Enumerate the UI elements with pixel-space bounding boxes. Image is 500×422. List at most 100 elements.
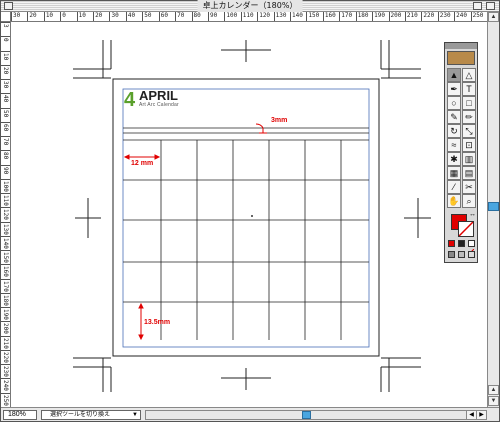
swap-colors-icon[interactable]: ↔ xyxy=(469,211,476,218)
ruler-tick-label: 20 xyxy=(2,66,9,74)
ruler-tick xyxy=(43,12,45,21)
calendar-day-number: 4 xyxy=(124,89,136,111)
calendar-month-title: APRIL xyxy=(139,88,178,103)
scroll-up-arrow-bottom[interactable]: ▲ xyxy=(488,385,499,395)
ruler-tick-label: 210 xyxy=(406,12,418,19)
gap-dimension-label: 3mm xyxy=(271,117,288,124)
color-mode-icon[interactable] xyxy=(448,240,455,247)
horizontal-ruler[interactable]: 30 20 10 0 10 20 30 40 50 60 70 80 90 100 110 120 130 140… xyxy=(11,12,487,22)
calendar-grid xyxy=(123,140,369,340)
ruler-tick-label: 240 xyxy=(456,12,468,19)
scissors-tool-icon[interactable]: ✂ xyxy=(462,180,476,194)
ruler-tick-label: 100 xyxy=(226,12,238,19)
pen-tool-icon[interactable]: ✒ xyxy=(447,82,461,96)
ruler-tick-label: 70 xyxy=(177,12,185,19)
ruler-tick-label: 190 xyxy=(374,12,385,19)
rotate-tool-icon[interactable]: ↻ xyxy=(447,124,461,138)
rectangle-tool-icon[interactable]: □ xyxy=(462,96,476,110)
gradient-mode-icon[interactable] xyxy=(458,240,465,247)
ruler-tick-label: 50 xyxy=(2,109,9,117)
ruler-tick xyxy=(125,12,127,21)
direct-selection-tool-icon[interactable]: △ xyxy=(462,68,476,82)
ruler-tick xyxy=(1,207,10,209)
graph-tool-icon[interactable]: ▥ xyxy=(462,152,476,166)
tool-palette[interactable]: ▲ △ ✒ T ○ □ ✎ ✏ ↻ ⤡ ≈ ⊡ ✱ ▥ ▦ ▤ ⁄ ✂ ✋ ⌕ ↔ xyxy=(444,42,478,263)
ruler-tick xyxy=(1,278,10,280)
zoom-tool-icon[interactable]: ⌕ xyxy=(462,194,476,208)
ruler-tick-label: 80 xyxy=(2,152,9,160)
ruler-tick xyxy=(1,235,10,237)
gradient-tool-icon[interactable]: ▤ xyxy=(462,166,476,180)
none-mode-icon[interactable] xyxy=(468,240,475,255)
free-transform-tool-icon[interactable]: ⊡ xyxy=(462,138,476,152)
ruler-tick-label: 210 xyxy=(2,337,9,349)
ruler-tick-label: 160 xyxy=(324,12,336,19)
horizontal-scrollbar[interactable]: ◀ ▶ xyxy=(145,410,487,420)
title-bar[interactable]: 卓上カレンダー（180%） xyxy=(1,0,499,12)
stroke-color-swatch[interactable] xyxy=(458,221,474,237)
mesh-tool-icon[interactable]: ▦ xyxy=(447,166,461,180)
vertical-scrollbar[interactable]: ▲ ▲ ▼ xyxy=(487,12,499,407)
eyedropper-tool-icon[interactable]: ⁄ xyxy=(447,180,461,194)
ruler-tick xyxy=(1,150,10,152)
ruler-tick-label: 220 xyxy=(2,351,9,363)
ruler-tick-label: 140 xyxy=(2,237,9,249)
ruler-tick-label: 200 xyxy=(390,12,402,19)
symbol-sprayer-tool-icon[interactable]: ✱ xyxy=(447,152,461,166)
vertical-scroll-thumb[interactable] xyxy=(488,202,499,211)
screen-mode-full-menu-icon[interactable] xyxy=(458,251,465,258)
ruler-tick-label: 30 xyxy=(13,12,21,19)
ruler-tick-label: 20 xyxy=(95,12,103,19)
ruler-tick xyxy=(175,12,177,21)
ruler-tick xyxy=(404,12,406,21)
scale-tool-icon[interactable]: ⤡ xyxy=(462,124,476,138)
ruler-tick xyxy=(60,12,62,21)
selection-tool-icon[interactable]: ▲ xyxy=(447,68,461,82)
ruler-tick-label: 130 xyxy=(2,223,9,235)
vertical-ruler[interactable]: 3 0 10 20 30 40 50 60 70 80 90 100 110 120 130 140 150 16… xyxy=(1,22,11,407)
ruler-tick xyxy=(1,378,10,380)
ruler-origin[interactable] xyxy=(1,12,11,22)
column-width-label: 12 mm xyxy=(131,160,154,167)
scroll-right-arrow[interactable]: ▶ xyxy=(476,411,486,419)
close-box-button[interactable] xyxy=(4,2,13,10)
scroll-down-arrow[interactable]: ▼ xyxy=(488,396,499,406)
ruler-tick xyxy=(470,12,472,21)
ruler-tick-label: 140 xyxy=(292,12,303,19)
ruler-tick xyxy=(355,12,357,21)
ruler-tick-label: 60 xyxy=(2,123,9,132)
ruler-tick xyxy=(109,12,111,21)
pencil-tool-icon[interactable]: ✏ xyxy=(462,110,476,124)
status-dropdown[interactable]: 選択ツールを切り換え ▼ xyxy=(41,410,141,420)
ruler-tick xyxy=(1,392,10,394)
app-logo[interactable] xyxy=(447,51,475,65)
ruler-tick-label: 30 xyxy=(111,12,119,19)
ruler-tick-label: 250 xyxy=(2,394,9,406)
type-tool-icon[interactable]: T xyxy=(462,82,476,96)
artboard-canvas[interactable]: 4 APRIL Art Arc Calendar 3mm 12 mm 13.5m… xyxy=(11,22,487,407)
horizontal-scroll-thumb[interactable] xyxy=(302,411,311,419)
brush-tool-icon[interactable]: ✎ xyxy=(447,110,461,124)
screen-mode-standard-icon[interactable] xyxy=(448,251,455,258)
status-bar: 180% 選択ツールを切り換え ▼ ◀ ▶ xyxy=(1,407,499,421)
ruler-tick-label: 70 xyxy=(2,138,9,146)
ruler-tick-label: 80 xyxy=(193,12,201,19)
ruler-tick-label: 220 xyxy=(423,12,435,19)
hand-tool-icon[interactable]: ✋ xyxy=(447,194,461,208)
zoom-box-button[interactable] xyxy=(473,2,482,10)
ruler-tick-label: 40 xyxy=(127,12,136,19)
scroll-up-arrow[interactable]: ▲ xyxy=(488,12,499,22)
screen-mode-full-icon[interactable] xyxy=(468,251,475,258)
ruler-tick-label: 0 xyxy=(62,12,66,19)
ruler-tick-label: 230 xyxy=(2,366,9,378)
warp-tool-icon[interactable]: ≈ xyxy=(447,138,461,152)
zoom-level-field[interactable]: 180% xyxy=(3,410,37,420)
dimension-markers xyxy=(123,123,267,341)
scroll-left-arrow[interactable]: ◀ xyxy=(466,411,476,419)
palette-drag-bar[interactable] xyxy=(445,43,477,49)
ruler-tick-label: 130 xyxy=(275,12,287,19)
collapse-box-button[interactable] xyxy=(486,2,495,10)
ellipse-tool-icon[interactable]: ○ xyxy=(447,96,461,110)
ruler-tick xyxy=(1,221,10,223)
ruler-tick xyxy=(1,93,10,95)
